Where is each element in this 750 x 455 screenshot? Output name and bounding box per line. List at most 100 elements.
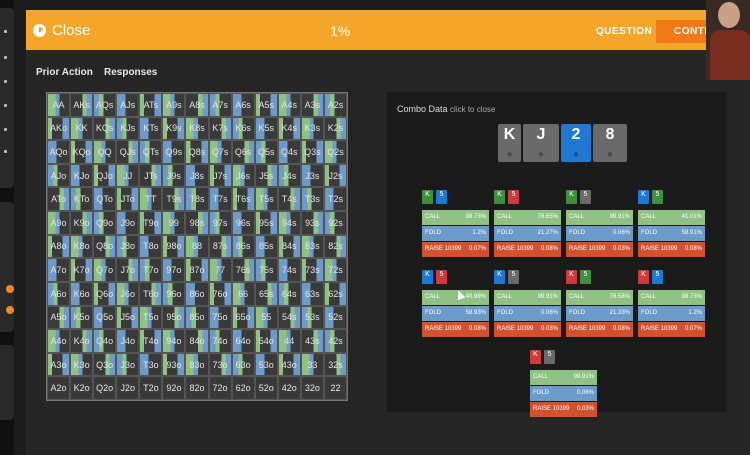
range-cell[interactable]: K3s: [300, 116, 324, 141]
range-cell[interactable]: JTo: [116, 187, 140, 212]
range-cell[interactable]: 64s: [277, 281, 301, 306]
range-cell[interactable]: J3o: [116, 352, 140, 377]
range-cell[interactable]: 96s: [231, 211, 255, 235]
close-button[interactable]: Close: [52, 22, 90, 39]
range-cell[interactable]: J7s: [208, 163, 232, 188]
range-cell[interactable]: A4s: [277, 93, 301, 117]
range-cell[interactable]: K7o: [70, 258, 94, 282]
range-cell[interactable]: Q9o: [93, 211, 117, 235]
tab-prior-action[interactable]: Prior Action: [36, 67, 93, 78]
range-cell[interactable]: K8s: [185, 116, 209, 141]
range-cell[interactable]: T5o: [139, 305, 163, 330]
range-cell[interactable]: JJ: [116, 163, 140, 188]
range-cell[interactable]: Q7s: [208, 140, 232, 164]
sidebar-item-icon[interactable]: [4, 80, 7, 83]
range-cell[interactable]: AJo: [47, 163, 71, 188]
range-cell[interactable]: JTs: [139, 163, 163, 188]
range-cell[interactable]: K6s: [231, 116, 255, 141]
range-cell[interactable]: A6s: [231, 93, 255, 117]
range-cell[interactable]: 44: [277, 329, 301, 353]
range-cell[interactable]: AA: [47, 93, 71, 117]
range-cell[interactable]: 43o: [277, 352, 301, 377]
range-cell[interactable]: 84s: [277, 234, 301, 259]
range-cell[interactable]: J6s: [231, 163, 255, 188]
combo-card[interactable]: K 5 CALL 41.01% FOLD 58.91% RAISE 10399 0.08%: [638, 190, 705, 258]
range-cell[interactable]: 75s: [254, 258, 278, 282]
range-cell[interactable]: AQo: [47, 140, 71, 164]
range-cell[interactable]: T7o: [139, 258, 163, 282]
range-cell[interactable]: 65s: [254, 281, 278, 306]
range-cell[interactable]: Q7o: [93, 258, 117, 282]
range-cell[interactable]: A3o: [47, 352, 71, 377]
range-cell[interactable]: 94s: [277, 211, 301, 235]
range-cell[interactable]: J5s: [254, 163, 278, 188]
range-cell[interactable]: 52s: [323, 305, 347, 330]
range-cell[interactable]: 72s: [323, 258, 347, 282]
range-cell[interactable]: Q3o: [93, 352, 117, 377]
range-cell[interactable]: 95o: [162, 305, 186, 330]
range-cell[interactable]: 54s: [277, 305, 301, 330]
range-cell[interactable]: ATs: [139, 93, 163, 117]
range-cell[interactable]: Q9s: [162, 140, 186, 164]
sidebar-bottom-panel[interactable]: [0, 345, 14, 420]
range-cell[interactable]: T8s: [185, 187, 209, 212]
click-to-close-hint[interactable]: click to close: [450, 105, 495, 114]
range-cell[interactable]: QQ: [93, 140, 117, 164]
range-cell[interactable]: J8o: [116, 234, 140, 259]
range-cell[interactable]: J2o: [116, 376, 140, 400]
range-cell[interactable]: 87s: [208, 234, 232, 259]
range-cell[interactable]: Q3s: [300, 140, 324, 164]
range-cell[interactable]: 32s: [323, 352, 347, 377]
sidebar-item-icon[interactable]: [4, 56, 7, 59]
range-cell[interactable]: 85s: [254, 234, 278, 259]
range-cell[interactable]: 73s: [300, 258, 324, 282]
range-cell[interactable]: Q8o: [93, 234, 117, 259]
sidebar-item-icon[interactable]: [4, 150, 7, 153]
range-cell[interactable]: K4s: [277, 116, 301, 141]
range-cell[interactable]: Q4s: [277, 140, 301, 164]
range-cell[interactable]: Q2o: [93, 376, 117, 400]
range-cell[interactable]: AJs: [116, 93, 140, 117]
range-cell[interactable]: AKs: [70, 93, 94, 117]
range-cell[interactable]: 63o: [231, 352, 255, 377]
range-cell[interactable]: 65o: [231, 305, 255, 330]
range-cell[interactable]: A9o: [47, 211, 71, 235]
range-cell[interactable]: 22: [323, 376, 347, 400]
range-cell[interactable]: QJo: [93, 163, 117, 188]
range-cell[interactable]: 85o: [185, 305, 209, 330]
range-cell[interactable]: 74s: [277, 258, 301, 282]
range-cell[interactable]: T7s: [208, 187, 232, 212]
range-cell[interactable]: T3s: [300, 187, 324, 212]
combo-card[interactable]: K 5 CALL 78.58% FOLD 21.33% RAISE 10399 0.08%: [566, 270, 633, 338]
range-cell[interactable]: J9o: [116, 211, 140, 235]
range-cell[interactable]: T2o: [139, 376, 163, 400]
range-cell[interactable]: J7o: [116, 258, 140, 282]
range-cell[interactable]: T2s: [323, 187, 347, 212]
range-cell[interactable]: 53s: [300, 305, 324, 330]
range-cell[interactable]: J3s: [300, 163, 324, 188]
range-cell[interactable]: 73o: [208, 352, 232, 377]
range-cell[interactable]: 76o: [208, 281, 232, 306]
range-cell[interactable]: 94o: [162, 329, 186, 353]
range-cell[interactable]: A5s: [254, 93, 278, 117]
combo-card[interactable]: K 5 CALL 98.73% FOLD 1.2% RAISE 10399 0.07%: [638, 270, 705, 338]
range-cell[interactable]: 96o: [162, 281, 186, 306]
clock-icon[interactable]: [33, 24, 46, 37]
range-cell[interactable]: A2o: [47, 376, 71, 400]
range-cell[interactable]: KTs: [139, 116, 163, 141]
range-cell[interactable]: KQo: [70, 140, 94, 164]
range-cell[interactable]: Q5s: [254, 140, 278, 164]
range-cell[interactable]: ATo: [47, 187, 71, 212]
range-cell[interactable]: T8o: [139, 234, 163, 259]
combo-card[interactable]: K 5 CALL 78.65% FOLD 21.27% RAISE 10399 0.08%: [494, 190, 561, 258]
combo-card[interactable]: K 5 CALL 40.99% FOLD 58.93% RAISE 10399 0.08%: [422, 270, 489, 338]
question-button[interactable]: QUESTION: [596, 26, 652, 37]
range-cell[interactable]: Q4o: [93, 329, 117, 353]
range-cell[interactable]: 62o: [231, 376, 255, 400]
range-cell[interactable]: 42s: [323, 329, 347, 353]
range-cell[interactable]: K5o: [70, 305, 94, 330]
range-cell[interactable]: A7s: [208, 93, 232, 117]
range-cell[interactable]: J4s: [277, 163, 301, 188]
range-cell[interactable]: J6o: [116, 281, 140, 306]
range-cell[interactable]: 97s: [208, 211, 232, 235]
